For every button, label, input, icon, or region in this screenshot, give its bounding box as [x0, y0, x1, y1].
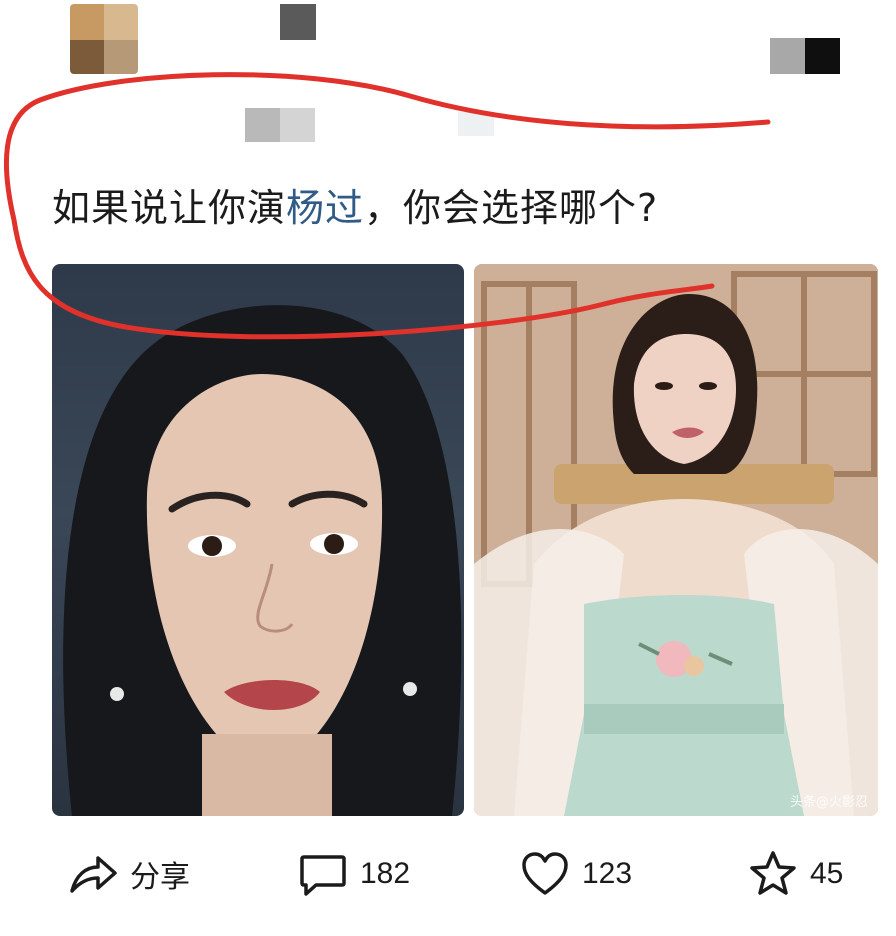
- favorite-button[interactable]: 45: [748, 846, 843, 902]
- like-count: 123: [582, 857, 633, 890]
- comment-count: 182: [360, 857, 411, 890]
- censored-follow-area[interactable]: [770, 38, 840, 74]
- image-watermark: 头条@火影忍: [789, 795, 868, 810]
- censored-block: [245, 108, 315, 142]
- share-button[interactable]: 分享: [68, 846, 190, 902]
- like-button[interactable]: 123: [520, 846, 632, 902]
- favorite-count: 45: [810, 857, 844, 890]
- post-text-part: 如果说让你演: [52, 186, 287, 230]
- censored-block: [458, 112, 494, 136]
- censored-block: [280, 4, 316, 40]
- post-text-part: ，你会选择哪个?: [364, 186, 659, 230]
- comment-bubble-icon: [300, 855, 346, 896]
- post-text: 如果说让你演杨过，你会选择哪个?: [52, 178, 658, 238]
- post-image-right[interactable]: 头条@火影忍: [474, 264, 878, 816]
- post-image-left[interactable]: [52, 264, 464, 816]
- share-label: 分享: [130, 860, 190, 895]
- comment-button[interactable]: 182: [298, 846, 410, 902]
- portrait-illustration-right: [474, 264, 878, 816]
- star-icon: [750, 851, 796, 895]
- portrait-illustration-left: [63, 305, 462, 816]
- post-screen: 如果说让你演杨过，你会选择哪个? 头条@火影忍 分享 182 123 45: [0, 0, 896, 936]
- topic-link[interactable]: 杨过: [286, 186, 364, 230]
- author-avatar[interactable]: [70, 4, 138, 74]
- heart-icon: [522, 852, 568, 895]
- share-arrow-icon: [70, 856, 117, 893]
